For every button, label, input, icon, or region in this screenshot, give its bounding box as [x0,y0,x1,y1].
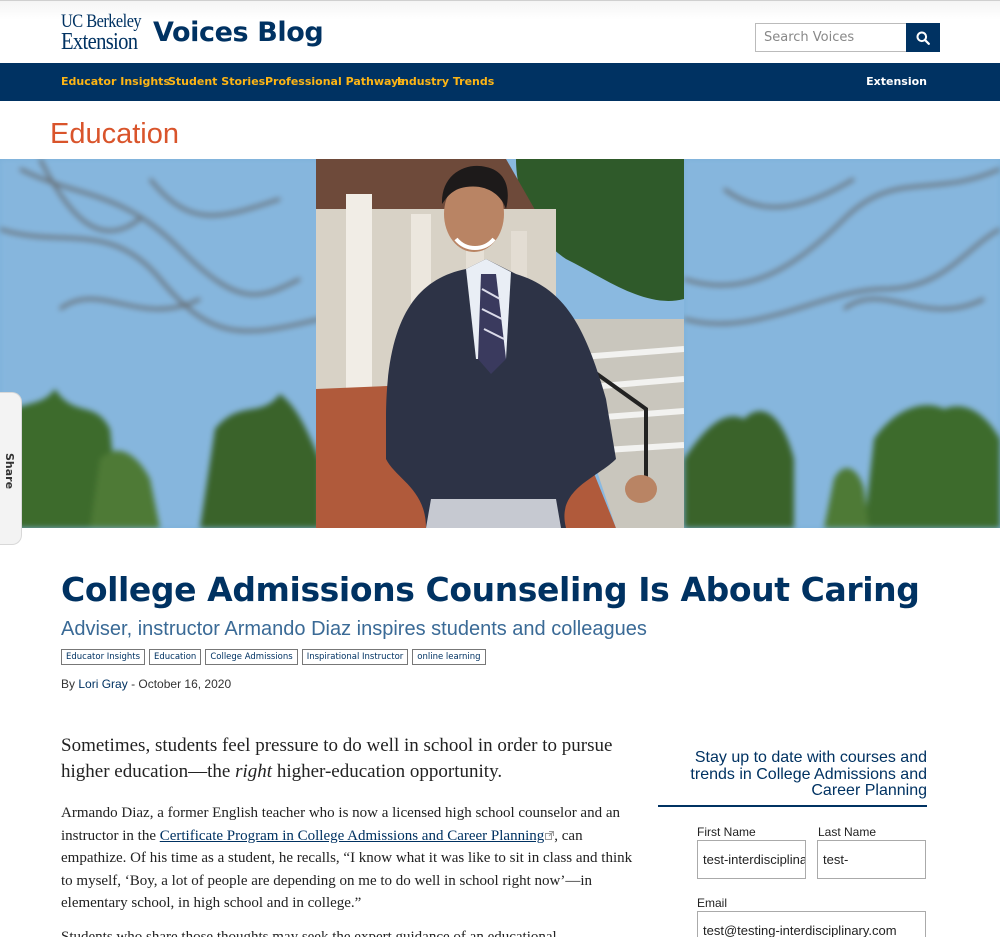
article-paragraph-1: Armando Diaz, a former English teacher w… [61,802,641,915]
nav-student-stories[interactable]: Student Stories [168,75,265,88]
nav-educator-insights[interactable]: Educator Insights [61,75,170,88]
tag-list: Educator Insights Education College Admi… [61,649,486,665]
tag-college-admissions[interactable]: College Admissions [205,649,298,665]
lead-emphasis: right [235,761,273,782]
certificate-program-link[interactable]: Certificate Program in College Admission… [160,828,545,844]
first-name-label: First Name [697,825,756,839]
article-paragraph-2: Students who share those thoughts may se… [61,929,557,937]
byline: By Lori Gray - October 16, 2020 [61,677,231,691]
section-title[interactable]: Education [50,118,179,151]
nav-extension-link[interactable]: Extension [866,75,927,88]
hero-photo-armando-diaz [316,159,684,528]
search-icon [916,31,930,45]
signup-title: Stay up to date with courses and trends … [690,749,927,799]
share-tab[interactable]: Share [0,392,22,545]
last-name-label: Last Name [818,825,877,839]
lead-text-2: higher-education opportunity. [272,761,503,782]
article-lead: Sometimes, students feel pressure to do … [61,733,641,785]
search-input[interactable] [755,23,906,52]
site-header: UC Berkeley Extension Voices Blog [0,0,1000,63]
nav-industry-trends[interactable]: Industry Trends [397,75,494,88]
email-field[interactable]: test@testing-interdisciplinary.com [697,911,926,937]
tag-education[interactable]: Education [149,649,202,665]
blog-title[interactable]: Voices Blog [153,17,324,48]
share-label: Share [3,453,16,490]
hero-blur-right [684,159,1000,528]
publish-date: - October 16, 2020 [131,677,232,691]
uc-berkeley-extension-logo[interactable]: UC Berkeley Extension [61,12,142,55]
tag-online-learning[interactable]: online learning [412,649,486,665]
last-name-field[interactable]: test- [817,840,926,879]
main-nav: Educator Insights Student Stories Profes… [0,63,1000,101]
signup-divider [658,805,927,807]
hero-image [0,159,1000,528]
logo-line2: Extension [61,29,138,55]
external-link-icon [545,830,555,840]
hero-blur-left [0,159,320,528]
author-link[interactable]: Lori Gray [78,677,127,691]
first-name-field[interactable]: test-interdisciplinary [697,840,806,879]
article-title: College Admissions Counseling Is About C… [61,570,920,609]
email-label: Email [697,896,728,910]
nav-professional-pathways[interactable]: Professional Pathways [265,75,405,88]
tag-educator-insights[interactable]: Educator Insights [61,649,145,665]
article-subtitle: Adviser, instructor Armando Diaz inspire… [61,618,647,640]
search-button[interactable] [906,23,940,52]
tag-inspirational-instructor[interactable]: Inspirational Instructor [301,649,409,665]
byline-prefix: By [61,677,76,691]
